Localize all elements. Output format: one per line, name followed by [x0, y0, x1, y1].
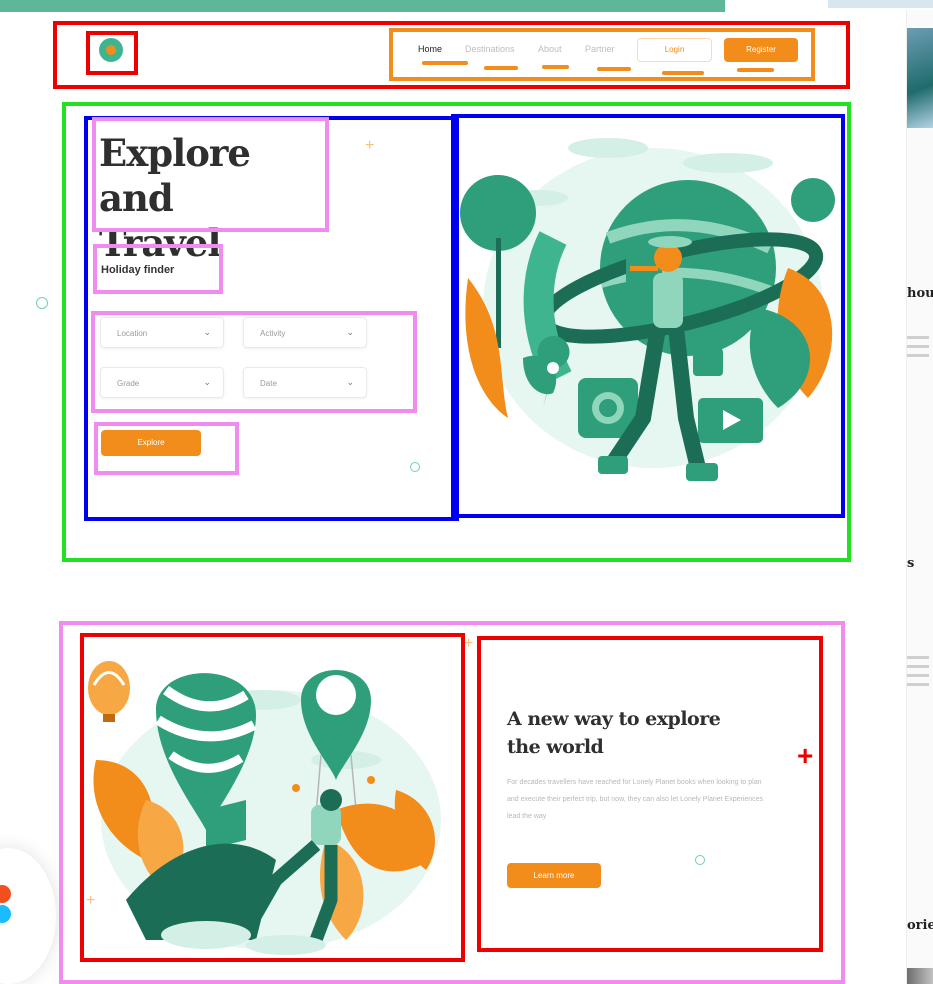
plus-decoration-icon: + [365, 137, 375, 154]
nav-about[interactable]: About [538, 44, 562, 54]
hero-title-line-1: Explore and [99, 131, 251, 220]
grade-select-label: Grade [117, 379, 140, 388]
traveler-planet-illustration [460, 138, 835, 481]
adjacent-page-image [907, 28, 933, 128]
chevron-down-icon: ⌄ [203, 377, 211, 387]
nav-marker-register [737, 68, 774, 72]
adjacent-page-heading: hou [907, 286, 933, 301]
top-color-strip-right [828, 0, 933, 8]
adjacent-page-heading-2: s [907, 556, 915, 571]
nav-marker-about [542, 65, 569, 69]
login-button[interactable]: Login [637, 38, 712, 62]
nav-marker-login [662, 71, 704, 75]
adjacent-page-heading-3: orie [907, 918, 933, 933]
section-body: For decades travellers have reached for … [507, 779, 764, 820]
red-crosshair-icon: + [797, 740, 814, 771]
chevron-down-icon: ⌄ [346, 377, 354, 387]
circle-decoration-icon [36, 297, 48, 309]
top-color-strip [0, 0, 725, 12]
nav-marker-home [422, 61, 468, 65]
plus-decoration-icon: + [86, 892, 96, 909]
logo-icon[interactable] [99, 38, 123, 62]
nav-partner[interactable]: Partner [585, 44, 615, 54]
date-select-label: Date [260, 379, 277, 388]
learn-more-button[interactable]: Learn more [507, 863, 601, 888]
grade-select[interactable]: Grade ⌄ [100, 367, 224, 398]
plus-decoration-icon: + [464, 635, 474, 652]
circle-decoration-icon [410, 462, 420, 472]
balloon-map-pin-illustration [88, 661, 441, 955]
nav-marker-partner [597, 67, 631, 71]
chevron-down-icon: ⌄ [203, 327, 211, 337]
location-select[interactable]: Location ⌄ [100, 317, 224, 348]
nav-marker-destinations [484, 66, 518, 70]
activity-select-label: Activity [260, 329, 286, 338]
holiday-finder-label: Holiday finder [101, 264, 175, 276]
hero-title: Explore and Travel [99, 131, 324, 266]
adjacent-page-text-lines [907, 336, 933, 363]
nav-home[interactable]: Home [418, 44, 442, 54]
adjacent-page-thumbnail [907, 968, 933, 984]
hero-title-line-2: Travel [99, 221, 221, 265]
adjacent-page-text-lines-2 [907, 656, 933, 692]
activity-select[interactable]: Activity ⌄ [243, 317, 367, 348]
adjacent-page-preview: hou s orie [906, 10, 933, 984]
explore-button[interactable]: Explore [101, 430, 201, 456]
date-select[interactable]: Date ⌄ [243, 367, 367, 398]
figma-icon [0, 885, 11, 923]
section-title: A new way to explore the world [507, 708, 721, 758]
register-button[interactable]: Register [724, 38, 798, 62]
circle-decoration-icon [695, 855, 705, 865]
nav-destinations[interactable]: Destinations [465, 44, 515, 54]
chevron-down-icon: ⌄ [346, 327, 354, 337]
figma-widget[interactable] [0, 848, 56, 984]
location-select-label: Location [117, 329, 148, 338]
